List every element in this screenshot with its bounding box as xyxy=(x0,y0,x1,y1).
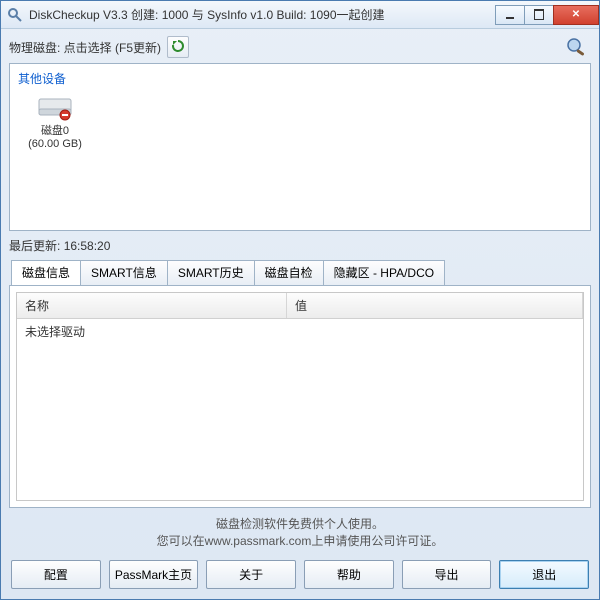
tab-bar: 磁盘信息 SMART信息 SMART历史 磁盘自检 隐藏区 - HPA/DCO xyxy=(9,260,591,285)
app-window: DiskCheckup V3.3 创建: 1000 与 SysInfo v1.0… xyxy=(0,0,600,600)
magnifier-icon xyxy=(565,36,589,59)
tab-disk-info[interactable]: 磁盘信息 xyxy=(11,260,81,285)
devices-panel: 其他设备 磁盘0 (60.00 GB) xyxy=(9,63,591,231)
about-button[interactable]: 关于 xyxy=(206,560,296,589)
tab-hpa-dco[interactable]: 隐藏区 - HPA/DCO xyxy=(323,260,445,285)
search-button[interactable] xyxy=(563,35,591,59)
last-update: 最后更新: 16:58:20 xyxy=(9,235,591,256)
toolbar-row: 物理磁盘: 点击选择 (F5更新) xyxy=(9,35,591,59)
disk-icon xyxy=(35,93,75,123)
app-icon xyxy=(7,7,23,23)
refresh-icon xyxy=(171,39,185,56)
device-size: (60.00 GB) xyxy=(20,138,90,151)
footer-text: 磁盘检测软件免费供个人使用。 您可以在www.passmark.com上申请使用… xyxy=(9,512,591,556)
client-area: 物理磁盘: 点击选择 (F5更新) 其他设备 磁盘0 xyxy=(1,29,599,599)
device-item[interactable]: 磁盘0 (60.00 GB) xyxy=(20,93,90,151)
export-button[interactable]: 导出 xyxy=(402,560,492,589)
physical-disk-label: 物理磁盘: 点击选择 (F5更新) xyxy=(9,39,161,56)
table-body: 未选择驱动 xyxy=(17,319,583,500)
table-header: 名称 值 xyxy=(17,293,583,319)
exit-button[interactable]: 退出 xyxy=(499,560,589,589)
tab-smart-history[interactable]: SMART历史 xyxy=(167,260,255,285)
help-button[interactable]: 帮助 xyxy=(304,560,394,589)
refresh-button[interactable] xyxy=(167,36,189,58)
table-row: 未选择驱动 xyxy=(17,319,583,344)
close-button[interactable] xyxy=(553,5,599,25)
col-name[interactable]: 名称 xyxy=(17,293,287,318)
last-update-label: 最后更新: xyxy=(9,239,60,253)
maximize-button[interactable] xyxy=(524,5,554,25)
device-list: 磁盘0 (60.00 GB) xyxy=(14,91,586,226)
col-value[interactable]: 值 xyxy=(287,293,583,318)
device-name: 磁盘0 xyxy=(20,125,90,138)
titlebar[interactable]: DiskCheckup V3.3 创建: 1000 与 SysInfo v1.0… xyxy=(1,1,599,29)
passmark-button[interactable]: PassMark主页 xyxy=(109,560,199,589)
config-button[interactable]: 配置 xyxy=(11,560,101,589)
info-table: 名称 值 未选择驱动 xyxy=(16,292,584,501)
tab-container: 磁盘信息 SMART信息 SMART历史 磁盘自检 隐藏区 - HPA/DCO … xyxy=(9,260,591,508)
footer-line2: 您可以在www.passmark.com上申请使用公司许可证。 xyxy=(9,533,591,550)
tab-panel: 名称 值 未选择驱动 xyxy=(9,285,591,508)
tab-smart-info[interactable]: SMART信息 xyxy=(80,260,168,285)
minimize-button[interactable] xyxy=(495,5,525,25)
footer-line1: 磁盘检测软件免费供个人使用。 xyxy=(9,516,591,533)
window-title: DiskCheckup V3.3 创建: 1000 与 SysInfo v1.0… xyxy=(29,6,496,23)
button-bar: 配置 PassMark主页 关于 帮助 导出 退出 xyxy=(9,560,591,591)
window-controls xyxy=(496,5,599,25)
devices-group-title: 其他设备 xyxy=(14,68,586,91)
tab-self-test[interactable]: 磁盘自检 xyxy=(254,260,324,285)
last-update-time: 16:58:20 xyxy=(64,239,111,253)
